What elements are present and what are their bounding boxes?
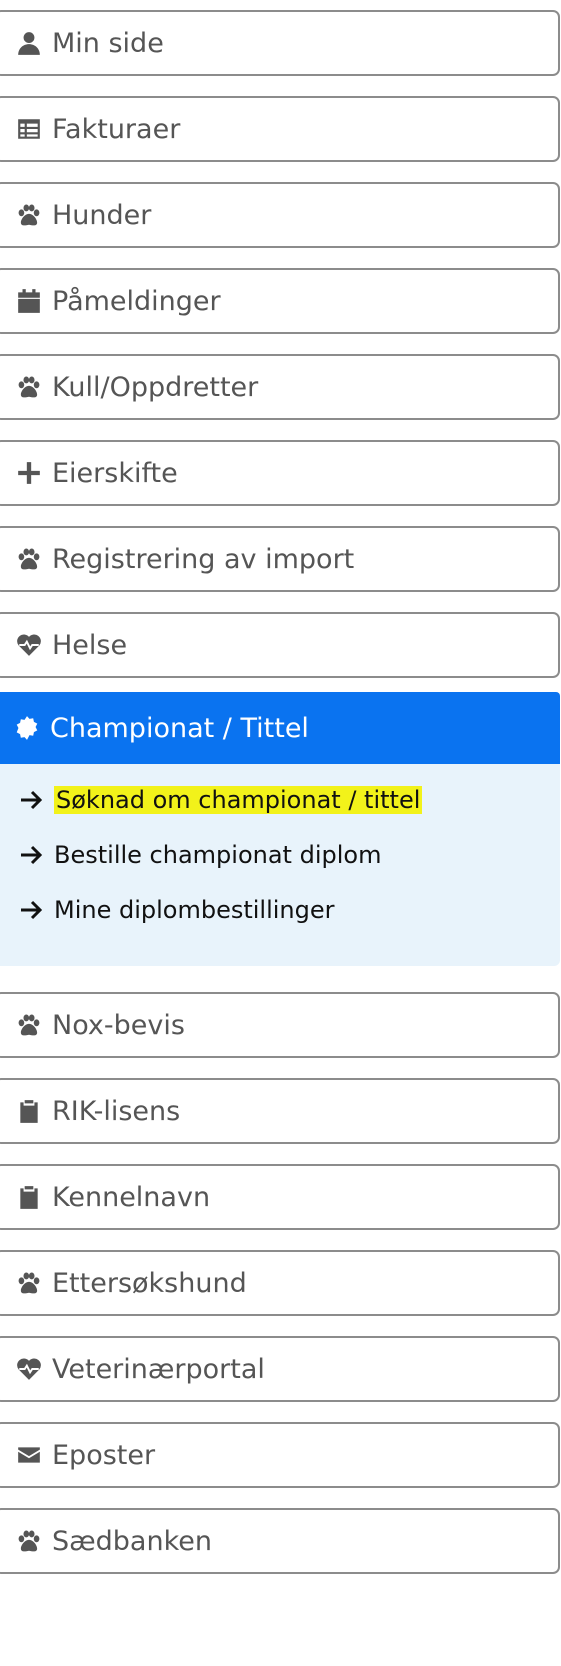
- menu-item-label: Helse: [52, 629, 128, 661]
- menu-item-nox-bevis[interactable]: Nox-bevis: [0, 992, 560, 1058]
- menu-item-fakturaer[interactable]: Fakturaer: [0, 96, 560, 162]
- menu-item-label: Påmeldinger: [52, 285, 221, 317]
- menu-item-veterinaerportal[interactable]: Veterinærportal: [0, 1336, 560, 1402]
- arrow-right-icon: [20, 789, 48, 811]
- heartbeat-icon: [14, 630, 44, 660]
- plus-icon: [14, 458, 44, 488]
- menu-item-label: Eierskifte: [52, 457, 178, 489]
- menu-item-eposter[interactable]: Eposter: [0, 1422, 560, 1488]
- arrow-right-icon: [20, 844, 48, 866]
- paw-icon: [14, 1010, 44, 1040]
- paw-icon: [14, 1526, 44, 1556]
- menu-item-pameldinger[interactable]: Påmeldinger: [0, 268, 560, 334]
- menu-item-label: Registrering av import: [52, 543, 355, 575]
- menu-item-label: Championat / Tittel: [50, 712, 309, 744]
- menu-item-min-side[interactable]: Min side: [0, 10, 560, 76]
- list-icon: [14, 114, 44, 144]
- menu-item-label: Kennelnavn: [52, 1181, 211, 1213]
- menu-item-label: Kull/Oppdretter: [52, 371, 259, 403]
- submenu-item-label: Mine diplombestillinger: [54, 896, 335, 924]
- submenu-item-mine-diplombestillinger[interactable]: Mine diplombestillinger: [20, 896, 335, 924]
- arrow-right-icon: [20, 899, 48, 921]
- menu-item-label: Sædbanken: [52, 1525, 212, 1557]
- envelope-icon: [14, 1440, 44, 1470]
- menu-item-championat-tittel[interactable]: Championat / Tittel: [0, 692, 560, 764]
- user-icon: [14, 28, 44, 58]
- menu-item-label: RIK-lisens: [52, 1095, 181, 1127]
- menu-item-saedbanken[interactable]: Sædbanken: [0, 1508, 560, 1574]
- menu-item-label: Veterinærportal: [52, 1353, 265, 1385]
- menu-item-label: Hunder: [52, 199, 152, 231]
- submenu-item-bestille-diplom[interactable]: Bestille championat diplom: [20, 841, 381, 869]
- menu-item-ettersokshund[interactable]: Ettersøkshund: [0, 1250, 560, 1316]
- menu-item-helse[interactable]: Helse: [0, 612, 560, 678]
- menu-item-label: Fakturaer: [52, 113, 181, 145]
- menu-item-kull-oppdretter[interactable]: Kull/Oppdretter: [0, 354, 560, 420]
- heartbeat-icon: [14, 1354, 44, 1384]
- submenu-item-label: Søknad om championat / tittel: [54, 786, 423, 814]
- clipboard-icon: [14, 1182, 44, 1212]
- menu-item-registrering-av-import[interactable]: Registrering av import: [0, 526, 560, 592]
- menu-item-rik-lisens[interactable]: RIK-lisens: [0, 1078, 560, 1144]
- menu-item-label: Min side: [52, 27, 164, 59]
- menu-item-eierskifte[interactable]: Eierskifte: [0, 440, 560, 506]
- paw-icon: [14, 1268, 44, 1298]
- menu-item-label: Ettersøkshund: [52, 1267, 247, 1299]
- paw-icon: [14, 200, 44, 230]
- badge-icon: [12, 713, 42, 743]
- clipboard-icon: [14, 1096, 44, 1126]
- paw-icon: [14, 544, 44, 574]
- menu-item-label: Eposter: [52, 1439, 156, 1471]
- championat-submenu: Søknad om championat / tittel Bestille c…: [0, 764, 560, 966]
- paw-icon: [14, 372, 44, 402]
- submenu-item-label: Bestille championat diplom: [54, 841, 382, 869]
- menu-item-kennelnavn[interactable]: Kennelnavn: [0, 1164, 560, 1230]
- menu-item-hunder[interactable]: Hunder: [0, 182, 560, 248]
- menu-item-label: Nox-bevis: [52, 1009, 185, 1041]
- submenu-item-soknad[interactable]: Søknad om championat / tittel: [20, 786, 423, 814]
- calendar-icon: [14, 286, 44, 316]
